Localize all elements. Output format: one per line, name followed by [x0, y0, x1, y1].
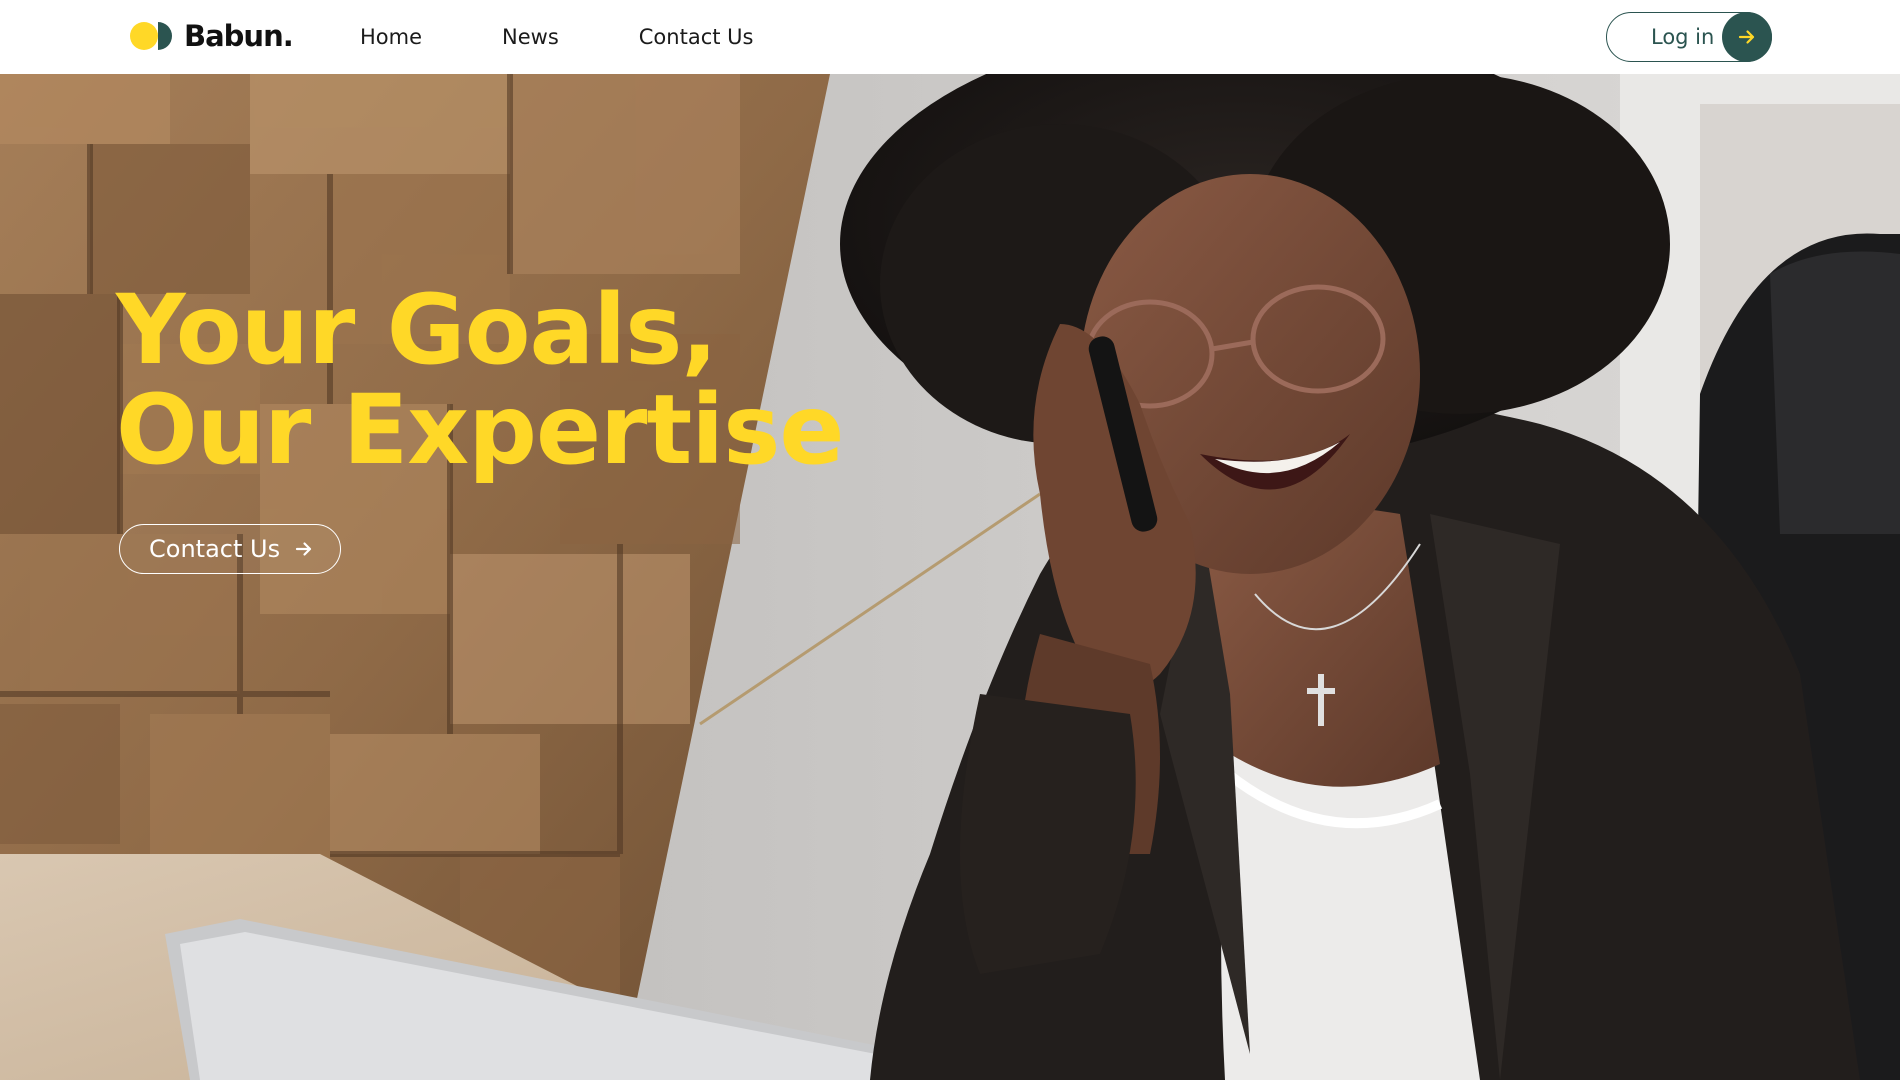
hero-headline-line1: Your Goals,	[116, 274, 718, 386]
login-label: Log in	[1651, 25, 1715, 49]
hero-headline: Your Goals, Our Expertise	[116, 280, 936, 480]
contact-us-button[interactable]: Contact Us	[119, 524, 341, 574]
hero-section: Your Goals, Our Expertise Contact Us	[0, 74, 1900, 1080]
hero-headline-line2: Our Expertise	[116, 374, 844, 486]
woman-on-phone-photo	[0, 74, 1900, 1080]
login-button[interactable]: Log in	[1606, 12, 1772, 62]
nav-link-home[interactable]: Home	[360, 25, 422, 49]
logo-mark-icon	[130, 22, 172, 50]
main-nav: Home News Contact Us	[360, 0, 753, 74]
arrow-right-icon	[1722, 12, 1772, 62]
nav-link-news[interactable]: News	[502, 25, 559, 49]
nav-link-contact-us[interactable]: Contact Us	[639, 25, 754, 49]
brand-name: Babun.	[184, 19, 294, 53]
arrow-right-icon	[294, 539, 314, 559]
top-navbar: Babun. Home News Contact Us Log in	[0, 0, 1900, 74]
contact-us-button-label: Contact Us	[149, 535, 281, 563]
brand-logo[interactable]: Babun.	[130, 16, 294, 56]
